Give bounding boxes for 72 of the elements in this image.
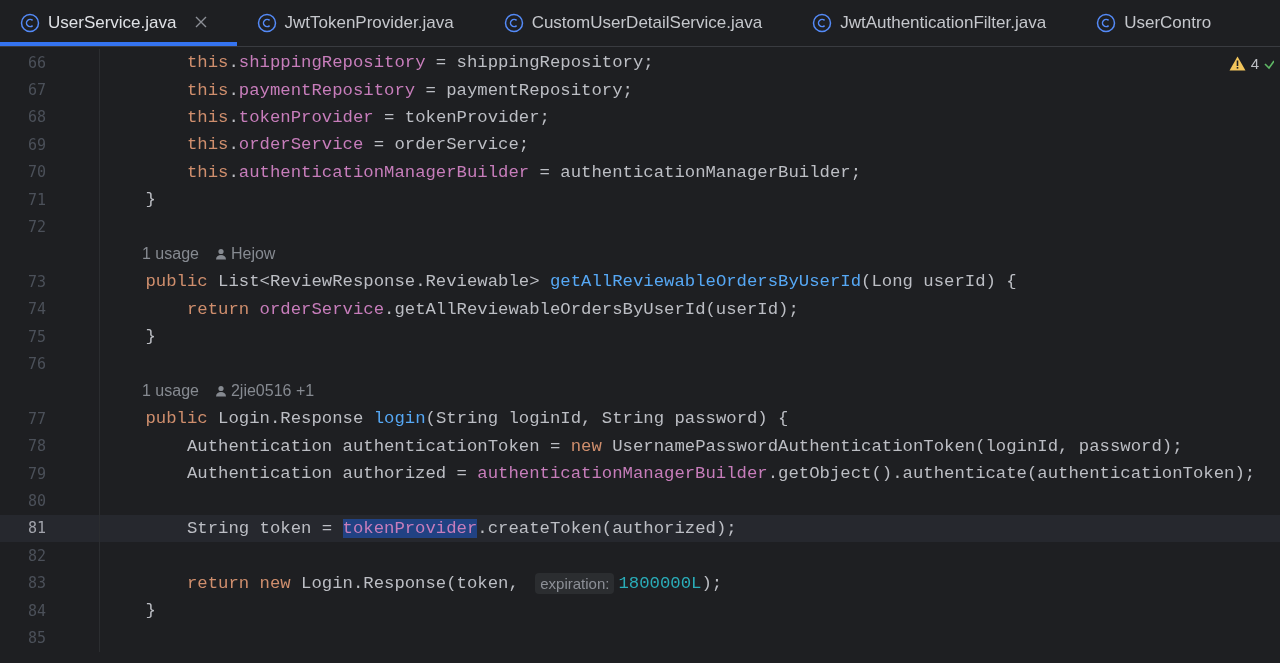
- code-token: .: [228, 80, 239, 100]
- code-token: login: [373, 409, 426, 429]
- class-icon: [1096, 13, 1117, 33]
- usage-count[interactable]: 1 usage: [142, 245, 199, 264]
- code-token: public: [144, 272, 208, 292]
- code-token: this: [185, 135, 229, 155]
- tab-label: CustomUserDetailService.java: [531, 13, 763, 33]
- code-token: authenticationManagerBuilder: [477, 464, 768, 484]
- line-number: 81: [26, 519, 46, 538]
- code-token: }: [144, 601, 156, 620]
- code-token: this: [185, 80, 229, 100]
- code-token: }: [144, 327, 156, 347]
- class-icon: [812, 13, 833, 33]
- code-token: = orderService;: [372, 135, 530, 155]
- tab-label: UserService.java: [48, 13, 177, 33]
- code-token: (Long userId) {: [861, 272, 1017, 292]
- code-token: shippingRepository: [238, 53, 426, 73]
- file-tab[interactable]: JwtAuthenticationFilter.java: [792, 0, 1077, 46]
- code-token: Authentication authorized =: [185, 464, 468, 484]
- warning-icon[interactable]: [1228, 56, 1246, 71]
- code-token: .: [228, 135, 239, 155]
- code-token: .: [228, 107, 239, 127]
- code-token: public: [144, 409, 208, 429]
- code-token: Login.Response(token,: [300, 573, 520, 593]
- person-icon: [214, 385, 227, 398]
- code-token: = shippingRepository;: [434, 53, 654, 73]
- code-token: .: [228, 162, 239, 182]
- class-icon: [256, 13, 277, 33]
- code-token: = paymentRepository;: [424, 80, 633, 100]
- file-tab[interactable]: CustomUserDetailService.java: [483, 0, 793, 46]
- code-token: = authenticationManagerBuilder;: [538, 162, 862, 182]
- code-token: orderService: [238, 135, 364, 155]
- code-token: return new: [185, 573, 291, 593]
- code-token: List<ReviewResponse.Reviewable>: [217, 272, 541, 292]
- code-token: .createToken(authorized);: [477, 518, 737, 538]
- code-token: .getObject().authenticate(authenticationToken);: [767, 464, 1256, 484]
- class-icon: [503, 13, 524, 33]
- parameter-hint: expiration:: [535, 572, 615, 594]
- code-token: (String loginId, String password) {: [425, 409, 789, 429]
- code-token: this: [185, 53, 229, 73]
- code-token: Login.Response: [217, 409, 365, 429]
- code-token: this: [185, 162, 229, 182]
- code-token: Authentication authenticationToken =: [185, 436, 562, 456]
- code-token: orderService: [259, 299, 384, 319]
- tab-label: JwtTokenProvider.java: [284, 13, 454, 33]
- code-token: UsernamePasswordAuthenticationToken(loginId, password);: [611, 436, 1183, 456]
- code-token: String token =: [185, 518, 334, 538]
- code-token: getAllReviewableOrdersByUserId: [549, 272, 862, 292]
- file-tab[interactable]: JwtTokenProvider.java: [236, 0, 484, 46]
- usage-count[interactable]: 1 usage: [142, 382, 199, 401]
- code-token: tokenProvider: [238, 107, 374, 127]
- code-token: authenticationManagerBuilder: [238, 162, 530, 182]
- code-token: return: [185, 299, 251, 319]
- person-icon: [214, 248, 227, 261]
- code-token: new: [570, 436, 602, 456]
- code-token: this: [185, 107, 229, 127]
- tab-label: UserContro: [1124, 13, 1212, 33]
- class-icon: [20, 13, 40, 33]
- code-token: .: [228, 53, 239, 73]
- code-token: );: [701, 573, 723, 593]
- file-tab[interactable]: UserContro: [1076, 0, 1242, 46]
- file-tab[interactable]: UserService.java: [0, 0, 237, 46]
- code-token: 1800000L: [618, 573, 702, 593]
- code-token: }: [144, 190, 156, 210]
- author-name[interactable]: Hejow: [230, 245, 276, 264]
- selected-text: tokenProvider: [342, 518, 478, 538]
- warning-count[interactable]: 4: [1250, 55, 1259, 72]
- author-name[interactable]: 2jie0516 +1: [230, 382, 315, 401]
- code-token: .getAllReviewableOrdersByUserId(userId);: [384, 299, 799, 319]
- tab-label: JwtAuthenticationFilter.java: [840, 13, 1047, 33]
- code-token: paymentRepository: [238, 80, 416, 100]
- code-token: = tokenProvider;: [383, 107, 550, 127]
